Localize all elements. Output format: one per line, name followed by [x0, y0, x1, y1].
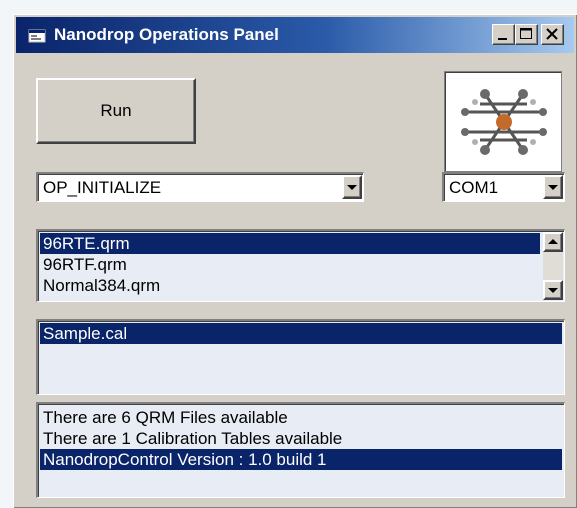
chevron-down-icon: [548, 288, 558, 293]
chevron-up-icon: [548, 239, 558, 244]
molecule-icon: [461, 89, 547, 155]
close-button[interactable]: [541, 24, 564, 45]
status-list[interactable]: There are 6 QRM Files available There ar…: [36, 402, 565, 498]
calibration-list[interactable]: Sample.cal: [36, 319, 565, 395]
operations-panel-window: Nanodrop Operations Panel Run OP_INITIAL…: [13, 14, 577, 508]
list-item[interactable]: There are 6 QRM Files available: [40, 407, 562, 428]
window-title: Nanodrop Operations Panel: [54, 25, 279, 44]
qrm-list-scrollbar[interactable]: [543, 232, 563, 300]
port-combo-dropdown-button[interactable]: [543, 175, 563, 199]
logo-panel: [444, 71, 562, 172]
operation-combo-value: OP_INITIALIZE: [43, 178, 162, 197]
qrm-file-list[interactable]: 96RTE.qrm 96RTF.qrm Normal384.qrm: [36, 229, 565, 302]
minimize-button[interactable]: [492, 24, 515, 45]
list-item[interactable]: There are 1 Calibration Tables available: [40, 428, 562, 449]
list-item[interactable]: Sample.cal: [40, 323, 562, 344]
run-button[interactable]: Run: [36, 78, 196, 144]
operation-combo-dropdown-button[interactable]: [342, 175, 362, 199]
operation-combo[interactable]: OP_INITIALIZE: [36, 172, 364, 202]
scroll-up-button[interactable]: [543, 232, 563, 252]
maximize-icon: [520, 28, 532, 39]
list-item[interactable]: Normal384.qrm: [40, 275, 540, 296]
list-item[interactable]: NanodropControl Version : 1.0 build 1: [40, 449, 562, 470]
chevron-down-icon: [548, 185, 558, 190]
close-icon: [546, 28, 558, 40]
app-icon: [28, 29, 46, 43]
scroll-down-button[interactable]: [543, 280, 563, 300]
port-combo-value: COM1: [449, 178, 499, 197]
list-item[interactable]: 96RTF.qrm: [40, 254, 540, 275]
port-combo[interactable]: COM1: [442, 172, 565, 202]
minimize-icon: [498, 38, 507, 40]
list-item[interactable]: 96RTE.qrm: [40, 233, 540, 254]
title-bar[interactable]: Nanodrop Operations Panel: [16, 17, 574, 53]
maximize-button[interactable]: [515, 24, 538, 45]
chevron-down-icon: [347, 185, 357, 190]
